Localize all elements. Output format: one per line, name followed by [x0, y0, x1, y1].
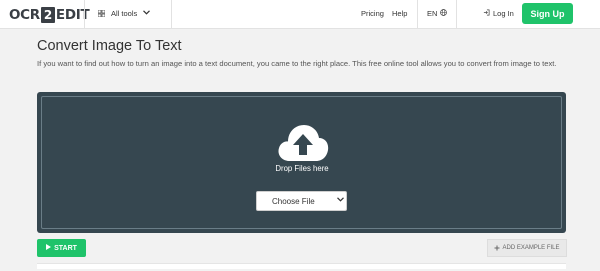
language-label: EN — [427, 9, 438, 18]
page-title: Convert Image To Text — [37, 38, 182, 54]
divider — [417, 0, 418, 29]
sign-up-button[interactable]: Sign Up — [522, 3, 573, 24]
divider — [456, 0, 457, 29]
grid-icon — [98, 10, 105, 17]
cloud-upload-icon — [276, 121, 330, 164]
choose-file-dropdown[interactable]: Choose File — [256, 191, 347, 211]
login-label: Log In — [493, 9, 514, 18]
plus-icon — [494, 244, 500, 253]
add-example-label: ADD EXAMPLE FILE — [502, 245, 560, 251]
logo[interactable]: OCR 2 EDIT — [9, 5, 90, 24]
help-link[interactable]: Help — [392, 9, 407, 18]
choose-file-label: Choose File — [272, 197, 315, 206]
start-label: START — [54, 244, 77, 252]
all-tools-label: All tools — [111, 9, 138, 18]
login-icon — [483, 9, 493, 18]
logo-text-mid: 2 — [40, 6, 55, 23]
logo-text-left: OCR — [9, 6, 40, 23]
chevron-down-icon — [143, 10, 151, 17]
login-link[interactable]: Log In — [483, 9, 514, 18]
globe-icon — [440, 9, 448, 18]
all-tools-dropdown[interactable]: All tools — [98, 9, 151, 18]
divider — [171, 0, 172, 29]
start-button[interactable]: START — [37, 239, 86, 257]
play-icon — [46, 244, 52, 252]
pricing-link[interactable]: Pricing — [361, 9, 384, 18]
page-description: If you want to find out how to turn an i… — [37, 59, 557, 68]
divider — [84, 0, 85, 29]
add-example-file-button[interactable]: ADD EXAMPLE FILE — [487, 239, 567, 257]
top-navigation-bar: OCR 2 EDIT All tools Pricing Help EN Log… — [0, 0, 600, 29]
language-selector[interactable]: EN — [427, 9, 448, 18]
drop-files-label: Drop Files here — [275, 164, 329, 173]
content-panel — [37, 263, 566, 269]
chevron-down-icon — [337, 197, 344, 204]
